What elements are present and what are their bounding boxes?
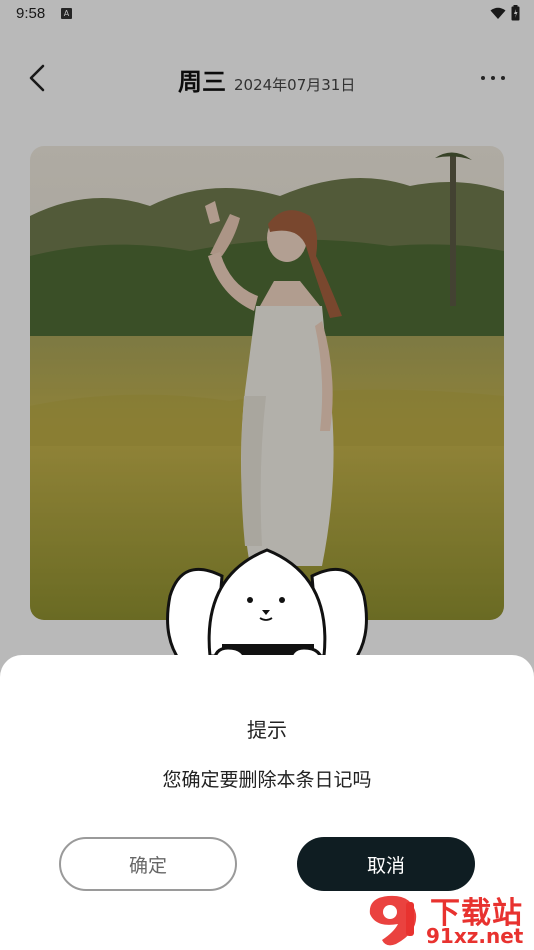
cancel-button[interactable]: 取消 — [297, 837, 475, 891]
confirm-button[interactable]: 确定 — [59, 837, 237, 891]
site-watermark: 下载站 91xz.net — [360, 888, 532, 950]
dialog-message: 您确定要删除本条日记吗 — [162, 769, 372, 791]
watermark-text-bottom: 91xz.net — [426, 924, 524, 948]
dialog-title: 提示 — [247, 718, 287, 742]
watermark-logo-icon — [369, 895, 417, 946]
